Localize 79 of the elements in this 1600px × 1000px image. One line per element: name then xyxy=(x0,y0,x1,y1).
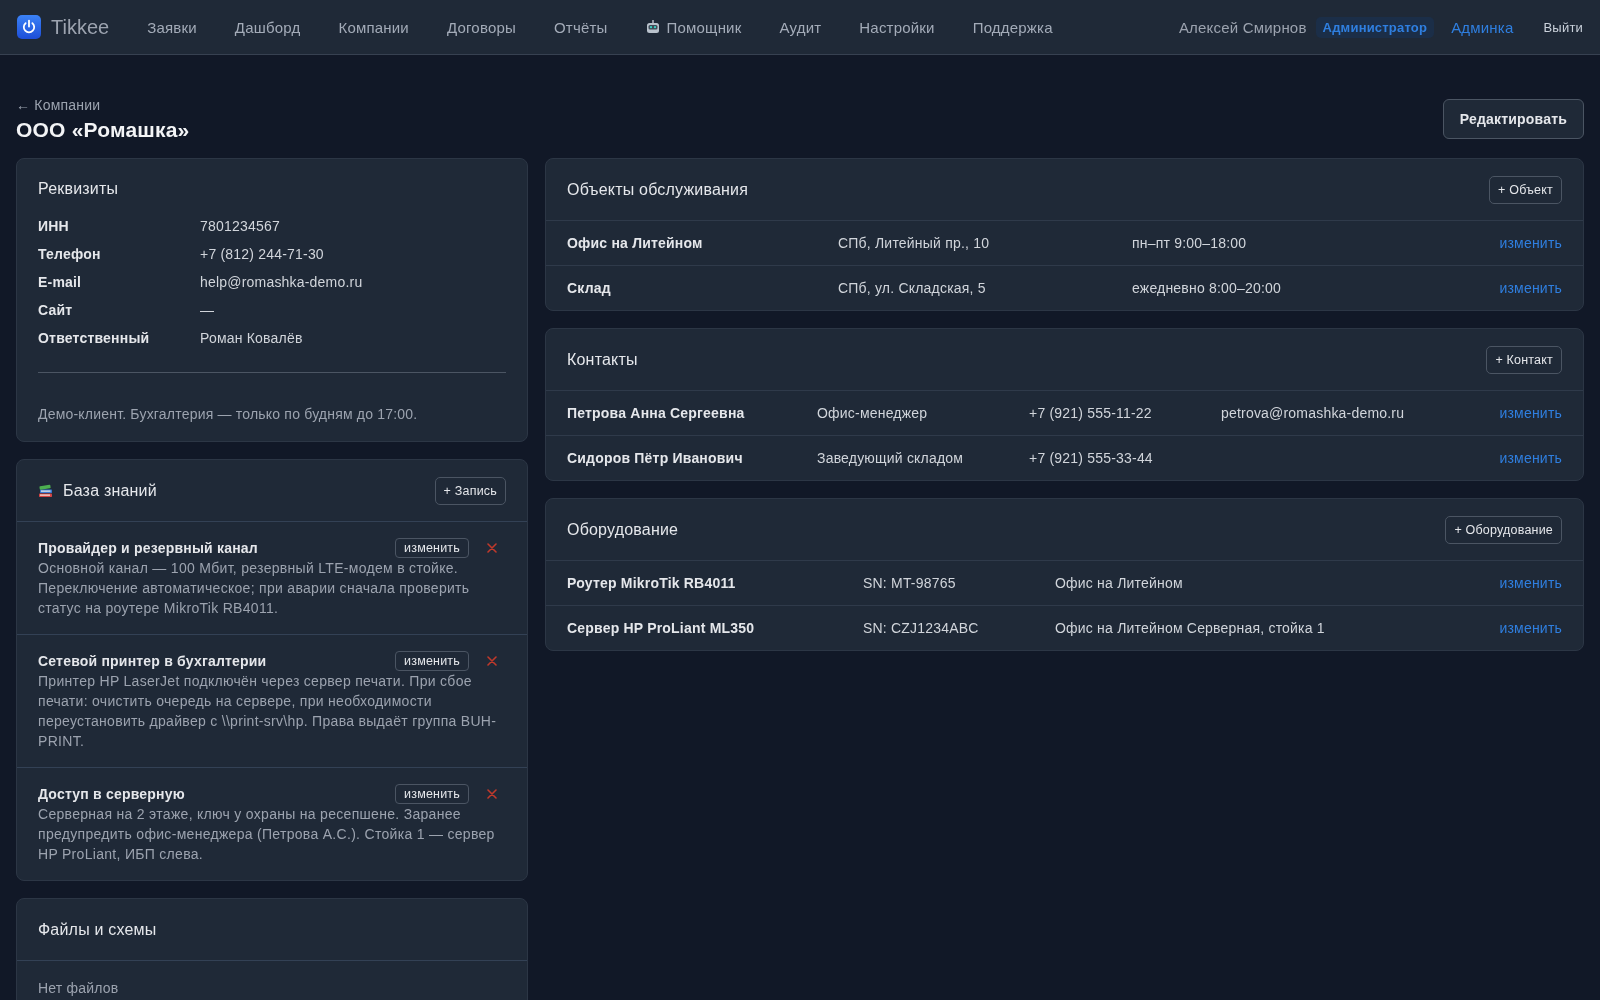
section-title: Файлы и схемы xyxy=(38,919,157,940)
back-link[interactable]: ← Компании xyxy=(16,97,101,113)
add-button[interactable]: + Контакт xyxy=(1486,345,1562,374)
entry-text: Принтер HP LaserJet подключён через сервер печати. При сбое печати: очистить очередь на сервере, при необходимости переустановить драйвер с \\print-srv\hp. Права выдаёт группа BUH-PRINT. xyxy=(38,672,498,751)
edit-link[interactable]: изменить xyxy=(1499,280,1562,296)
edit-button[interactable]: изменить xyxy=(395,784,469,804)
serial-number: SN: CZJ1234ABC xyxy=(863,620,979,636)
edit-link[interactable]: изменить xyxy=(1499,575,1562,591)
device-name: Сервер HP ProLiant ML350 xyxy=(567,620,755,636)
job-title: Заведующий складом xyxy=(817,450,964,466)
edit-link[interactable]: изменить xyxy=(1499,405,1562,421)
edit-link[interactable]: изменить xyxy=(1499,235,1562,251)
add-button[interactable]: + Оборудование xyxy=(1445,515,1562,544)
contact-name: Сидоров Пётр Иванович xyxy=(567,450,743,466)
phone-number: +7 (921) 555-33-44 xyxy=(1029,450,1153,466)
empty-text: Нет файлов xyxy=(38,980,119,996)
field-label: ИНН xyxy=(38,217,70,236)
edit-button[interactable]: изменить xyxy=(395,538,469,558)
nav-link[interactable]: Дашборд xyxy=(234,18,301,36)
books-icon xyxy=(38,483,53,498)
entry-title: Доступ в серверную xyxy=(38,785,186,804)
entry-title: Сетевой принтер в бухгалтерии xyxy=(38,652,268,671)
entry-title: Провайдер и резервный канал xyxy=(38,539,259,558)
nav-link[interactable]: Аудит xyxy=(779,18,822,36)
field-value: +7 (812) 244-71-30 xyxy=(200,245,325,264)
section-title: Контакты xyxy=(567,349,638,370)
nav-link[interactable]: Отчёты xyxy=(553,18,608,36)
logout-button[interactable]: Выйти xyxy=(1543,19,1583,35)
field-label: Ответственный xyxy=(38,329,151,348)
section-title: Объекты обслуживания xyxy=(567,179,749,200)
nav-link[interactable]: Настройки xyxy=(859,18,935,36)
section-title: Реквизиты xyxy=(38,179,120,199)
object-name: Склад xyxy=(567,280,611,296)
contact-name: Петрова Анна Сергеевна xyxy=(567,405,745,421)
serial-number: SN: MT-98765 xyxy=(863,575,956,591)
edit-button[interactable]: Редактировать xyxy=(1442,99,1584,139)
nav-link[interactable]: Заявки xyxy=(147,18,197,36)
add-button[interactable]: + Объект xyxy=(1489,175,1562,204)
location: Офис на Литейном Серверная, стойка 1 xyxy=(1055,620,1325,636)
page-title: ООО «Ромашка» xyxy=(16,118,190,142)
brand-name: Tikkee xyxy=(51,15,110,39)
email-address: petrova@romashka-demo.ru xyxy=(1221,405,1405,421)
power-icon xyxy=(17,15,41,39)
edit-link[interactable]: изменить xyxy=(1499,450,1562,466)
nav-link[interactable]: Поддержка xyxy=(972,18,1053,36)
working-hours: пн–пт 9:00–18:00 xyxy=(1132,235,1247,251)
add-button[interactable]: + Запись xyxy=(434,476,506,505)
field-label: Телефон xyxy=(38,245,102,264)
address: СПб, Литейный пр., 10 xyxy=(838,235,990,251)
entry-text: Основной канал — 100 Мбит, резервный LTE-модем в стойке. Переключение автоматическое; при аварии сначала проверить статус на роутере MikroTik RB4011. xyxy=(38,559,471,618)
field-value: Роман Ковалёв xyxy=(200,329,304,348)
nav-link[interactable]: Помощник xyxy=(645,18,742,36)
object-name: Офис на Литейном xyxy=(567,235,703,251)
job-title: Офис-менеджер xyxy=(817,405,928,421)
address: СПб, ул. Складская, 5 xyxy=(838,280,986,296)
device-name: Роутер MikroTik RB4011 xyxy=(567,575,736,591)
note-text: Демо-клиент. Бухгалтерия — только по будням до 17:00. xyxy=(38,405,419,424)
edit-link[interactable]: изменить xyxy=(1499,620,1562,636)
role-badge: Администратор xyxy=(1315,16,1435,38)
nav-link[interactable]: Компании xyxy=(338,18,409,36)
edit-button[interactable]: изменить xyxy=(395,651,469,671)
working-hours: ежедневно 8:00–20:00 xyxy=(1132,280,1282,296)
entry-text: Серверная на 2 этаже, ключ у охраны на ресепшене. Заранее предупредить офис-менеджера (Петрова А.С.). Стойка 1 — сервер HP ProLiant, ИБП слева. xyxy=(38,805,496,864)
cross-icon[interactable] xyxy=(487,543,497,553)
cross-icon[interactable] xyxy=(487,789,497,799)
field-value: 7801234567 xyxy=(200,217,281,236)
location: Офис на Литейном xyxy=(1055,575,1183,591)
field-label: E-mail xyxy=(38,273,83,292)
field-value: help@romashka-demo.ru xyxy=(200,273,364,292)
cross-icon[interactable] xyxy=(487,656,497,666)
field-label: Сайт xyxy=(38,301,74,320)
field-value: — xyxy=(200,301,216,320)
admin-link[interactable]: Админка xyxy=(1451,18,1514,36)
robot-icon xyxy=(645,20,660,34)
section-title: База знаний xyxy=(63,480,157,501)
phone-number: +7 (921) 555-11-22 xyxy=(1029,405,1152,421)
section-title: Оборудование xyxy=(567,519,679,540)
user-name: Алексей Смирнов xyxy=(1178,18,1307,36)
nav-link[interactable]: Договоры xyxy=(446,18,516,36)
